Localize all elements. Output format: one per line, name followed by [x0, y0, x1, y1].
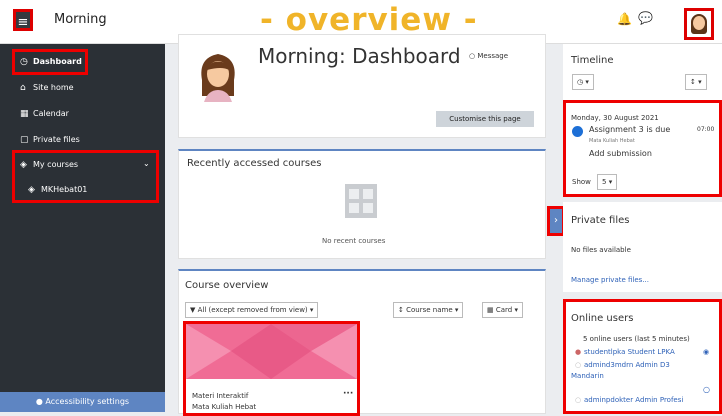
event-title[interactable]: Assignment 3 is due	[589, 125, 670, 134]
page-title: Morning: Dashboard	[258, 44, 461, 68]
caret-down-icon: ▾	[514, 306, 518, 314]
event-date: Monday, 30 August 2021	[571, 114, 659, 122]
user-avatar-icon: ○	[575, 396, 582, 404]
timeline-filter-dropdown[interactable]: ◷ ▾	[572, 74, 594, 90]
view-dropdown[interactable]: ▦ Card ▾	[482, 302, 523, 318]
show-label: Show	[572, 178, 591, 186]
grid-icon: ▦	[487, 306, 494, 314]
info-icon: ●	[35, 397, 43, 406]
timeline-sort-dropdown[interactable]: ↕ ▾	[685, 74, 707, 90]
home-icon: ⌂	[20, 83, 26, 93]
sidebar-item-private-files[interactable]: ▢ Private files	[20, 132, 80, 148]
site-name[interactable]: Morning	[54, 12, 107, 27]
user-avatar-icon: ○	[575, 361, 582, 369]
event-course: Mata Kuliah Hebat	[589, 138, 635, 144]
course-options-menu[interactable]: ···	[343, 389, 353, 399]
online-user[interactable]: ○ adminpdokter Admin Profesi	[575, 396, 683, 404]
online-users-title: Online users	[571, 313, 634, 324]
chat-icon[interactable]: ○	[703, 385, 710, 394]
highlight-box	[12, 49, 88, 75]
sort-dropdown[interactable]: ↕ Course name ▾	[393, 302, 464, 318]
menu-toggle-button[interactable]: ≡	[13, 9, 33, 31]
course-name[interactable]: Materi Interaktif	[192, 392, 248, 400]
clock-icon: ◷	[577, 78, 584, 86]
overview-annotation: - overview -	[260, 2, 478, 38]
bell-icon[interactable]: 🔔	[617, 12, 632, 26]
customise-page-button[interactable]: Customise this page	[436, 111, 534, 127]
calendar-icon: ▦	[20, 109, 29, 119]
profile-avatar	[196, 50, 240, 102]
courses-placeholder-icon	[345, 184, 377, 218]
online-user-continued[interactable]: Mandarin	[571, 372, 604, 380]
online-user[interactable]: ● studentlpka Student LPKA	[575, 348, 675, 356]
message-link[interactable]: ○ Message	[469, 52, 508, 60]
chat-icon: ○	[469, 52, 476, 60]
timeline-card	[563, 44, 722, 102]
sort-icon: ↕	[398, 306, 404, 314]
no-recent-courses-text: No recent courses	[322, 237, 386, 245]
user-avatar[interactable]	[684, 8, 714, 40]
highlight-box	[12, 150, 159, 203]
private-files-title: Private files	[571, 215, 630, 226]
sidebar: ◷ Dashboard ⌂ Site home ▦ Calendar ▢ Private…	[0, 44, 165, 412]
course-category: Mata Kuliah Hebat	[192, 403, 257, 411]
recent-courses-title: Recently accessed courses	[187, 158, 322, 169]
file-icon: ▢	[20, 135, 29, 145]
caret-down-icon: ▾	[454, 306, 459, 314]
accessibility-settings-bar[interactable]: ● Accessibility settings	[0, 392, 165, 412]
user-avatar-icon: ●	[575, 348, 582, 356]
course-banner-image	[186, 324, 357, 379]
manage-private-files-link[interactable]: Manage private files...	[571, 276, 649, 284]
chat-icon[interactable]: 💬	[638, 11, 653, 25]
online-user[interactable]: ○ admind3mdrn Admin D3	[575, 361, 670, 369]
no-files-text: No files available	[571, 246, 631, 254]
sidebar-item-site-home[interactable]: ⌂ Site home	[20, 80, 74, 96]
add-submission-link[interactable]: Add submission	[589, 149, 652, 158]
filter-dropdown[interactable]: ▼ All (except removed from view) ▾	[185, 302, 319, 318]
assignment-icon	[572, 126, 583, 137]
online-users-count: 5 online users (last 5 minutes)	[583, 335, 690, 343]
show-count-dropdown[interactable]: 5 ▾	[597, 174, 618, 190]
course-overview-title: Course overview	[185, 280, 269, 291]
sidebar-item-calendar[interactable]: ▦ Calendar	[20, 106, 69, 122]
timeline-title: Timeline	[571, 55, 614, 66]
course-card[interactable]	[183, 321, 360, 416]
eye-icon[interactable]: ◉	[703, 348, 709, 356]
caret-down-icon: ▾	[309, 306, 314, 314]
filter-icon: ▼	[190, 306, 196, 314]
sort-icon: ↕	[690, 78, 696, 86]
event-time: 07:00	[697, 126, 715, 133]
